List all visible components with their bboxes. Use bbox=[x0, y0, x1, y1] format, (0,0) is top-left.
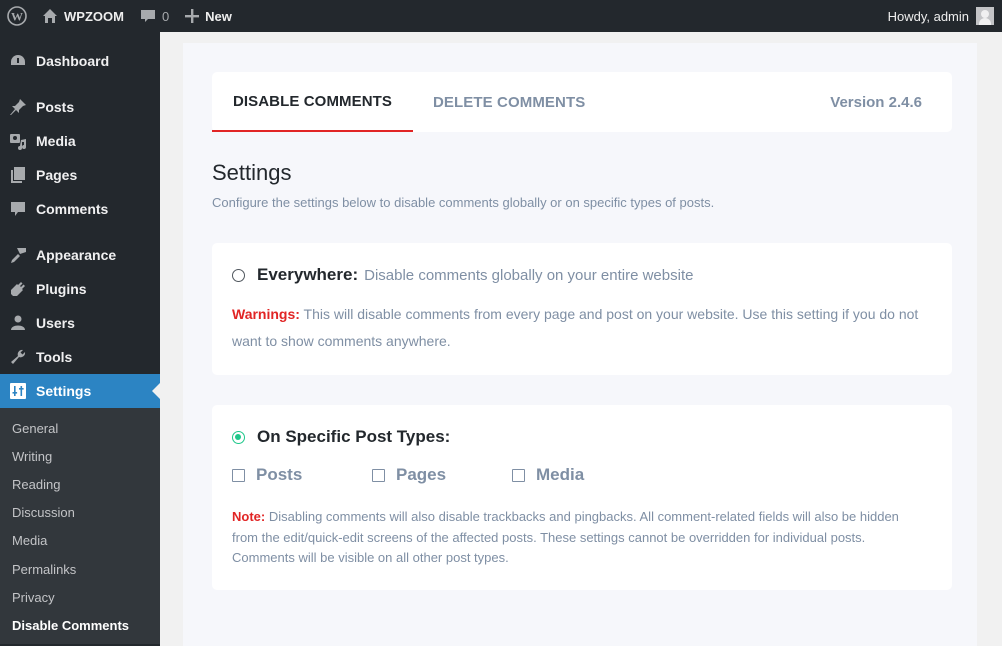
admin-sidebar: Dashboard Posts Media Pages Comments App… bbox=[0, 32, 160, 646]
sidebar-item-comments[interactable]: Comments bbox=[0, 192, 160, 226]
specific-label: On Specific Post Types: bbox=[257, 427, 451, 446]
tab-delete-comments[interactable]: DELETE COMMENTS bbox=[433, 72, 585, 132]
plus-icon bbox=[185, 9, 200, 23]
comments-menu[interactable]: 0 bbox=[132, 0, 177, 32]
sidebar-item-label: Comments bbox=[36, 201, 109, 217]
page-title: Settings bbox=[212, 160, 292, 185]
tab-disable-comments[interactable]: DISABLE COMMENTS bbox=[212, 72, 413, 132]
post-type-pages[interactable]: Pages bbox=[372, 465, 512, 485]
everywhere-card: Everywhere: Disable comments globally on… bbox=[212, 243, 952, 375]
home-icon bbox=[43, 9, 57, 23]
specific-option[interactable]: On Specific Post Types: bbox=[232, 427, 450, 447]
user-icon bbox=[0, 314, 36, 332]
version-label: Version 2.4.6 bbox=[830, 93, 922, 111]
sidebar-item-settings[interactable]: Settings bbox=[0, 374, 160, 408]
sidebar-item-label: Users bbox=[36, 315, 75, 331]
comment-bubble-icon bbox=[140, 10, 155, 22]
sidebar-item-tools[interactable]: Tools bbox=[0, 340, 160, 374]
submenu-item-disable-comments[interactable]: Disable Comments bbox=[0, 611, 160, 639]
submenu-item-permalinks[interactable]: Permalinks bbox=[0, 555, 160, 583]
everywhere-warning: Warnings: This will disable comments fro… bbox=[232, 301, 922, 355]
settings-submenu: General Writing Reading Discussion Media… bbox=[0, 408, 160, 644]
page-description: Configure the settings below to disable … bbox=[212, 195, 715, 210]
comments-count: 0 bbox=[161, 8, 170, 24]
sliders-icon bbox=[0, 383, 36, 399]
sidebar-item-appearance[interactable]: Appearance bbox=[0, 238, 160, 272]
everywhere-radio[interactable] bbox=[232, 268, 245, 282]
pages-icon bbox=[0, 166, 36, 184]
submenu-item-media[interactable]: Media bbox=[0, 527, 160, 555]
submenu-item-privacy[interactable]: Privacy bbox=[0, 583, 160, 611]
media-icon bbox=[0, 132, 36, 150]
everywhere-description: Disable comments globally on your entire… bbox=[364, 266, 694, 284]
svg-text:W: W bbox=[11, 10, 23, 24]
post-types-list: Posts Pages Media bbox=[232, 465, 652, 485]
specific-radio[interactable] bbox=[232, 430, 245, 444]
new-content-menu[interactable]: New bbox=[177, 0, 240, 32]
site-name-menu[interactable]: WPZOOM bbox=[34, 0, 132, 32]
comment-icon bbox=[0, 200, 36, 218]
note-text: Disabling comments will also disable tra… bbox=[232, 509, 899, 565]
admin-bar: W WPZOOM 0 New Howdy, admin bbox=[0, 0, 1002, 32]
sidebar-item-pages[interactable]: Pages bbox=[0, 158, 160, 192]
sidebar-item-label: Media bbox=[36, 133, 76, 149]
plugin-container: DISABLE COMMENTS DELETE COMMENTS Version… bbox=[183, 43, 977, 646]
checkbox-label: Pages bbox=[396, 465, 447, 484]
checkbox-label: Media bbox=[536, 465, 585, 484]
note-label: Note: bbox=[232, 509, 266, 524]
everywhere-label: Everywhere: bbox=[257, 265, 359, 284]
sidebar-item-users[interactable]: Users bbox=[0, 306, 160, 340]
wp-logo-menu[interactable]: W bbox=[0, 0, 34, 32]
posts-checkbox[interactable] bbox=[232, 468, 245, 482]
sidebar-item-media[interactable]: Media bbox=[0, 124, 160, 158]
sidebar-item-label: Appearance bbox=[36, 247, 117, 263]
sidebar-item-label: Posts bbox=[36, 99, 75, 115]
everywhere-option[interactable]: Everywhere: Disable comments globally on… bbox=[232, 265, 693, 285]
sidebar-item-label: Tools bbox=[36, 349, 73, 365]
dashboard-icon bbox=[0, 52, 36, 70]
specific-note: Note: Disabling comments will also disab… bbox=[232, 507, 922, 569]
sidebar-item-label: Pages bbox=[36, 167, 78, 183]
brush-icon bbox=[0, 246, 36, 264]
avatar bbox=[976, 7, 994, 25]
sidebar-item-plugins[interactable]: Plugins bbox=[0, 272, 160, 306]
new-label: New bbox=[205, 8, 232, 24]
post-type-posts[interactable]: Posts bbox=[232, 465, 372, 485]
sidebar-item-posts[interactable]: Posts bbox=[0, 90, 160, 124]
warning-text: This will disable comments from every pa… bbox=[232, 306, 919, 349]
wrench-icon bbox=[0, 348, 36, 366]
submenu-item-writing[interactable]: Writing bbox=[0, 442, 160, 470]
submenu-item-general[interactable]: General bbox=[0, 414, 160, 442]
sidebar-item-label: Dashboard bbox=[36, 53, 110, 69]
wordpress-logo-icon: W bbox=[7, 6, 27, 26]
tabs-bar: DISABLE COMMENTS DELETE COMMENTS Version… bbox=[212, 72, 952, 132]
pages-checkbox[interactable] bbox=[372, 468, 385, 482]
plug-icon bbox=[0, 280, 36, 298]
checkbox-label: Posts bbox=[256, 465, 303, 484]
howdy-text: Howdy, admin bbox=[887, 8, 969, 24]
sidebar-item-label: Plugins bbox=[36, 281, 87, 297]
my-account-menu[interactable]: Howdy, admin bbox=[888, 7, 1002, 25]
pin-icon bbox=[0, 98, 36, 116]
site-name: WPZOOM bbox=[64, 8, 124, 24]
warning-label: Warnings: bbox=[232, 306, 300, 322]
submenu-item-reading[interactable]: Reading bbox=[0, 470, 160, 498]
sidebar-item-dashboard[interactable]: Dashboard bbox=[0, 44, 160, 78]
post-type-media[interactable]: Media bbox=[512, 465, 652, 485]
sidebar-item-label: Settings bbox=[36, 383, 92, 399]
specific-post-types-card: On Specific Post Types: Posts Pages Medi… bbox=[212, 405, 952, 590]
submenu-item-discussion[interactable]: Discussion bbox=[0, 499, 160, 527]
media-checkbox[interactable] bbox=[512, 468, 525, 482]
